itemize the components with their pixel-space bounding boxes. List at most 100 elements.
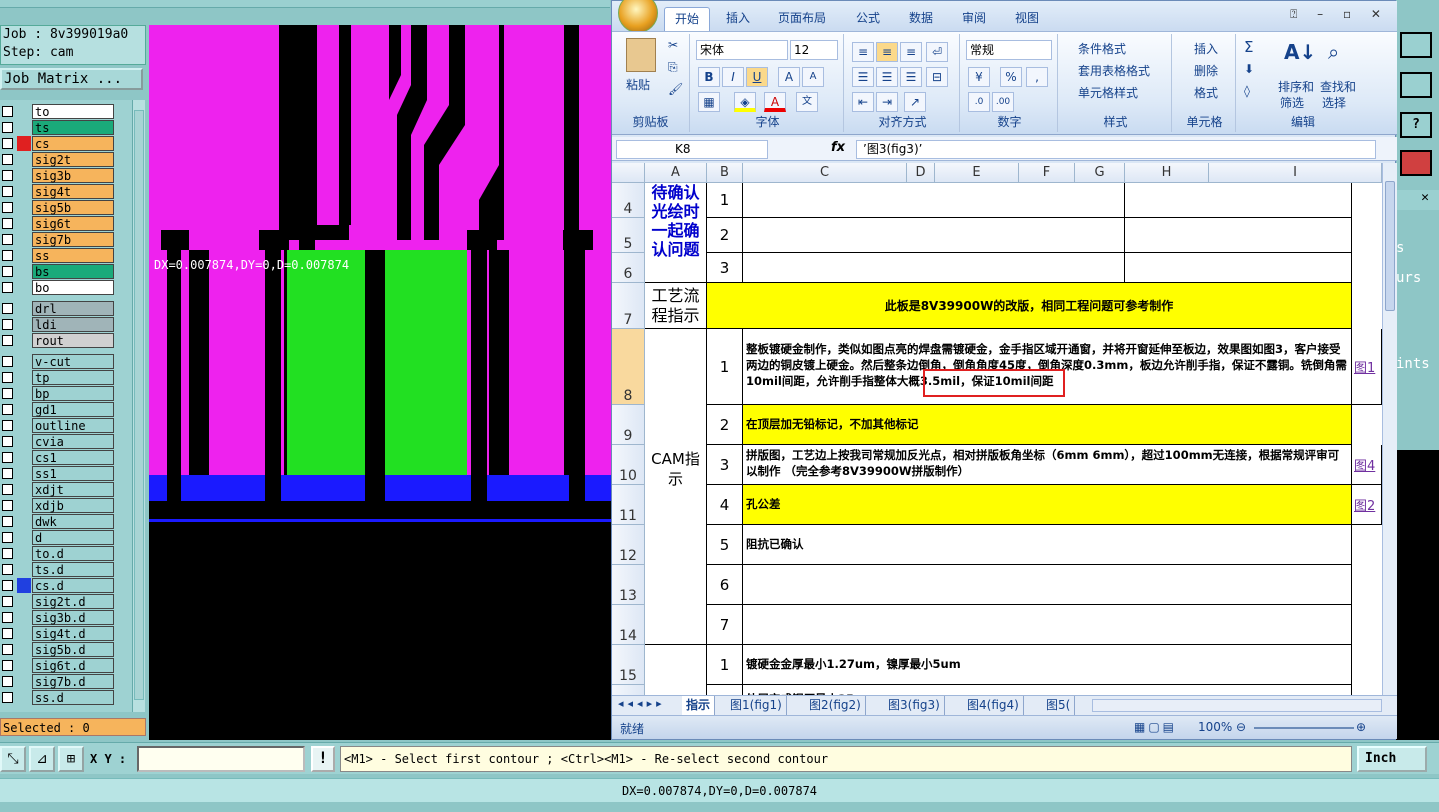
layer-name[interactable]: ts.d xyxy=(32,562,114,577)
layer-row-cvia[interactable]: cvia xyxy=(0,434,132,449)
layer-row-gd1[interactable]: gd1 xyxy=(0,402,132,417)
sheet-tab-fig5[interactable]: 图5( xyxy=(1042,696,1076,715)
layer-name[interactable]: ss.d xyxy=(32,690,114,705)
cell-h6[interactable] xyxy=(1125,253,1352,283)
align-center-icon[interactable]: ☰ xyxy=(876,67,898,87)
link-fig2[interactable]: 图2 xyxy=(1352,499,1375,514)
sort-filter-icon[interactable]: A↓ xyxy=(1284,40,1316,64)
layer-checkbox[interactable] xyxy=(2,356,13,367)
layer-row-d[interactable]: d xyxy=(0,530,132,545)
layer-row-sig4t.d[interactable]: sig4t.d xyxy=(0,626,132,641)
col-header-f[interactable]: F xyxy=(1019,163,1075,183)
layer-name[interactable]: ldi xyxy=(32,317,114,332)
layer-name[interactable]: d xyxy=(32,530,114,545)
layer-checkbox[interactable] xyxy=(2,564,13,575)
row-header-14[interactable]: 14 xyxy=(612,605,645,645)
cell-b8[interactable]: 1 xyxy=(707,329,743,405)
unit-selector[interactable]: Inch xyxy=(1357,746,1427,772)
conditional-format-button[interactable]: 条件格式 xyxy=(1078,40,1126,57)
insert-cells-button[interactable]: 插入 xyxy=(1194,40,1218,57)
cell-c12[interactable]: 阻抗已确认 xyxy=(743,525,1352,565)
cell-k11[interactable]: 图2 xyxy=(1352,485,1382,525)
cell-c14[interactable] xyxy=(743,605,1352,645)
layer-name[interactable]: ss xyxy=(32,248,114,263)
layer-name[interactable]: v-cut xyxy=(32,354,114,369)
zoom-tool-icon[interactable]: ⤡ xyxy=(0,746,26,772)
cell-styles-button[interactable]: 单元格样式 xyxy=(1078,84,1138,101)
layer-row-ts.d[interactable]: ts.d xyxy=(0,562,132,577)
layer-checkbox[interactable] xyxy=(2,319,13,330)
layer-name[interactable]: cs.d xyxy=(32,578,114,593)
layer-row-sig7b[interactable]: sig7b xyxy=(0,232,132,247)
layer-checkbox[interactable] xyxy=(2,628,13,639)
cell-c9[interactable]: 在顶层加无铅标记，不加其他标记 xyxy=(743,405,1352,445)
row-header-13[interactable]: 13 xyxy=(612,565,645,605)
copy-icon[interactable]: ⎘ xyxy=(668,60,678,75)
layer-row-rout[interactable]: rout xyxy=(0,333,132,348)
italic-button[interactable]: I xyxy=(722,67,744,87)
col-header-e[interactable]: E xyxy=(935,163,1019,183)
layer-checkbox[interactable] xyxy=(2,532,13,543)
fill-icon[interactable]: ⬇ xyxy=(1244,62,1254,76)
layer-name[interactable]: sig5b.d xyxy=(32,642,114,657)
close-icon[interactable]: ✕ xyxy=(1396,190,1439,210)
layer-checkbox[interactable] xyxy=(2,335,13,346)
layer-row-to.d[interactable]: to.d xyxy=(0,546,132,561)
layer-row-sig3b.d[interactable]: sig3b.d xyxy=(0,610,132,625)
layer-name[interactable]: sig2t.d xyxy=(32,594,114,609)
cell-b11[interactable]: 4 xyxy=(707,485,743,525)
delete-cells-button[interactable]: 删除 xyxy=(1194,62,1218,79)
sheet-tab-fig2[interactable]: 图2(fig2) xyxy=(805,696,866,715)
spreadsheet-grid[interactable]: A B C D E F G H I 4 5 6 7 8 9 10 11 12 1… xyxy=(612,163,1382,695)
window-controls[interactable]: ⍰ – ▫ ✕ xyxy=(1290,7,1389,22)
window-icon[interactable] xyxy=(1400,32,1432,58)
cell-process-text[interactable]: 此板是8V39900W的改版，相同工程问题可参考制作 xyxy=(707,283,1352,329)
comma-icon[interactable]: , xyxy=(1026,67,1048,87)
layer-row-xdjb[interactable]: xdjb xyxy=(0,498,132,513)
decrease-indent-icon[interactable]: ⇤ xyxy=(852,92,874,112)
row-header-12[interactable]: 12 xyxy=(612,525,645,565)
layer-name[interactable]: gd1 xyxy=(32,402,114,417)
xy-input[interactable] xyxy=(137,746,305,772)
layer-row-bo[interactable]: bo xyxy=(0,280,132,295)
layer-name[interactable]: sig6t.d xyxy=(32,658,114,673)
layer-checkbox[interactable] xyxy=(2,138,13,149)
align-right-icon[interactable]: ☰ xyxy=(900,67,922,87)
layer-row-ss[interactable]: ss xyxy=(0,248,132,263)
layer-name[interactable]: bp xyxy=(32,386,114,401)
sort-filter-label[interactable]: 排序和 xyxy=(1278,78,1314,95)
vertical-scrollbar[interactable] xyxy=(1382,163,1397,695)
layer-checkbox[interactable] xyxy=(2,660,13,671)
cell-b16[interactable] xyxy=(707,685,743,695)
merge-center-icon[interactable]: ⊟ xyxy=(926,67,948,87)
find-select-icon[interactable]: ⌕ xyxy=(1328,40,1339,64)
row-header-6[interactable]: 6 xyxy=(612,253,645,283)
layer-row-ss1[interactable]: ss1 xyxy=(0,466,132,481)
layer-row-bs[interactable]: bs xyxy=(0,264,132,279)
tab-formulas[interactable]: 公式 xyxy=(846,7,890,31)
increase-decimal-icon[interactable]: .0 xyxy=(968,92,990,112)
layer-name[interactable]: cvia xyxy=(32,434,114,449)
layer-name[interactable]: dwk xyxy=(32,514,114,529)
vertical-scroll-thumb[interactable] xyxy=(1385,181,1395,311)
align-left-icon[interactable]: ☰ xyxy=(852,67,874,87)
layer-name[interactable]: sig4t xyxy=(32,184,114,199)
layer-checkbox[interactable] xyxy=(2,644,13,655)
clear-icon[interactable]: ◊ xyxy=(1244,84,1250,98)
sheet-tab-instructions[interactable]: 指示 xyxy=(682,696,716,715)
layer-checkbox[interactable] xyxy=(2,436,13,447)
layer-name[interactable]: ss1 xyxy=(32,466,114,481)
layer-name[interactable]: sig3b.d xyxy=(32,610,114,625)
cam-graphics-canvas[interactable] xyxy=(149,25,611,740)
layer-name[interactable]: to xyxy=(32,104,114,119)
layer-checkbox[interactable] xyxy=(2,596,13,607)
layer-checkbox[interactable] xyxy=(2,420,13,431)
traffic-light-icon[interactable] xyxy=(1400,150,1432,176)
layer-checkbox[interactable] xyxy=(2,218,13,229)
link-fig1[interactable]: 图1 xyxy=(1352,361,1375,376)
row-header-15[interactable]: 15 xyxy=(612,645,645,685)
col-header-c[interactable]: C xyxy=(743,163,907,183)
row-header-9[interactable]: 9 xyxy=(612,405,645,445)
layer-row-to[interactable]: to xyxy=(0,104,132,119)
layer-name[interactable]: cs xyxy=(32,136,114,151)
